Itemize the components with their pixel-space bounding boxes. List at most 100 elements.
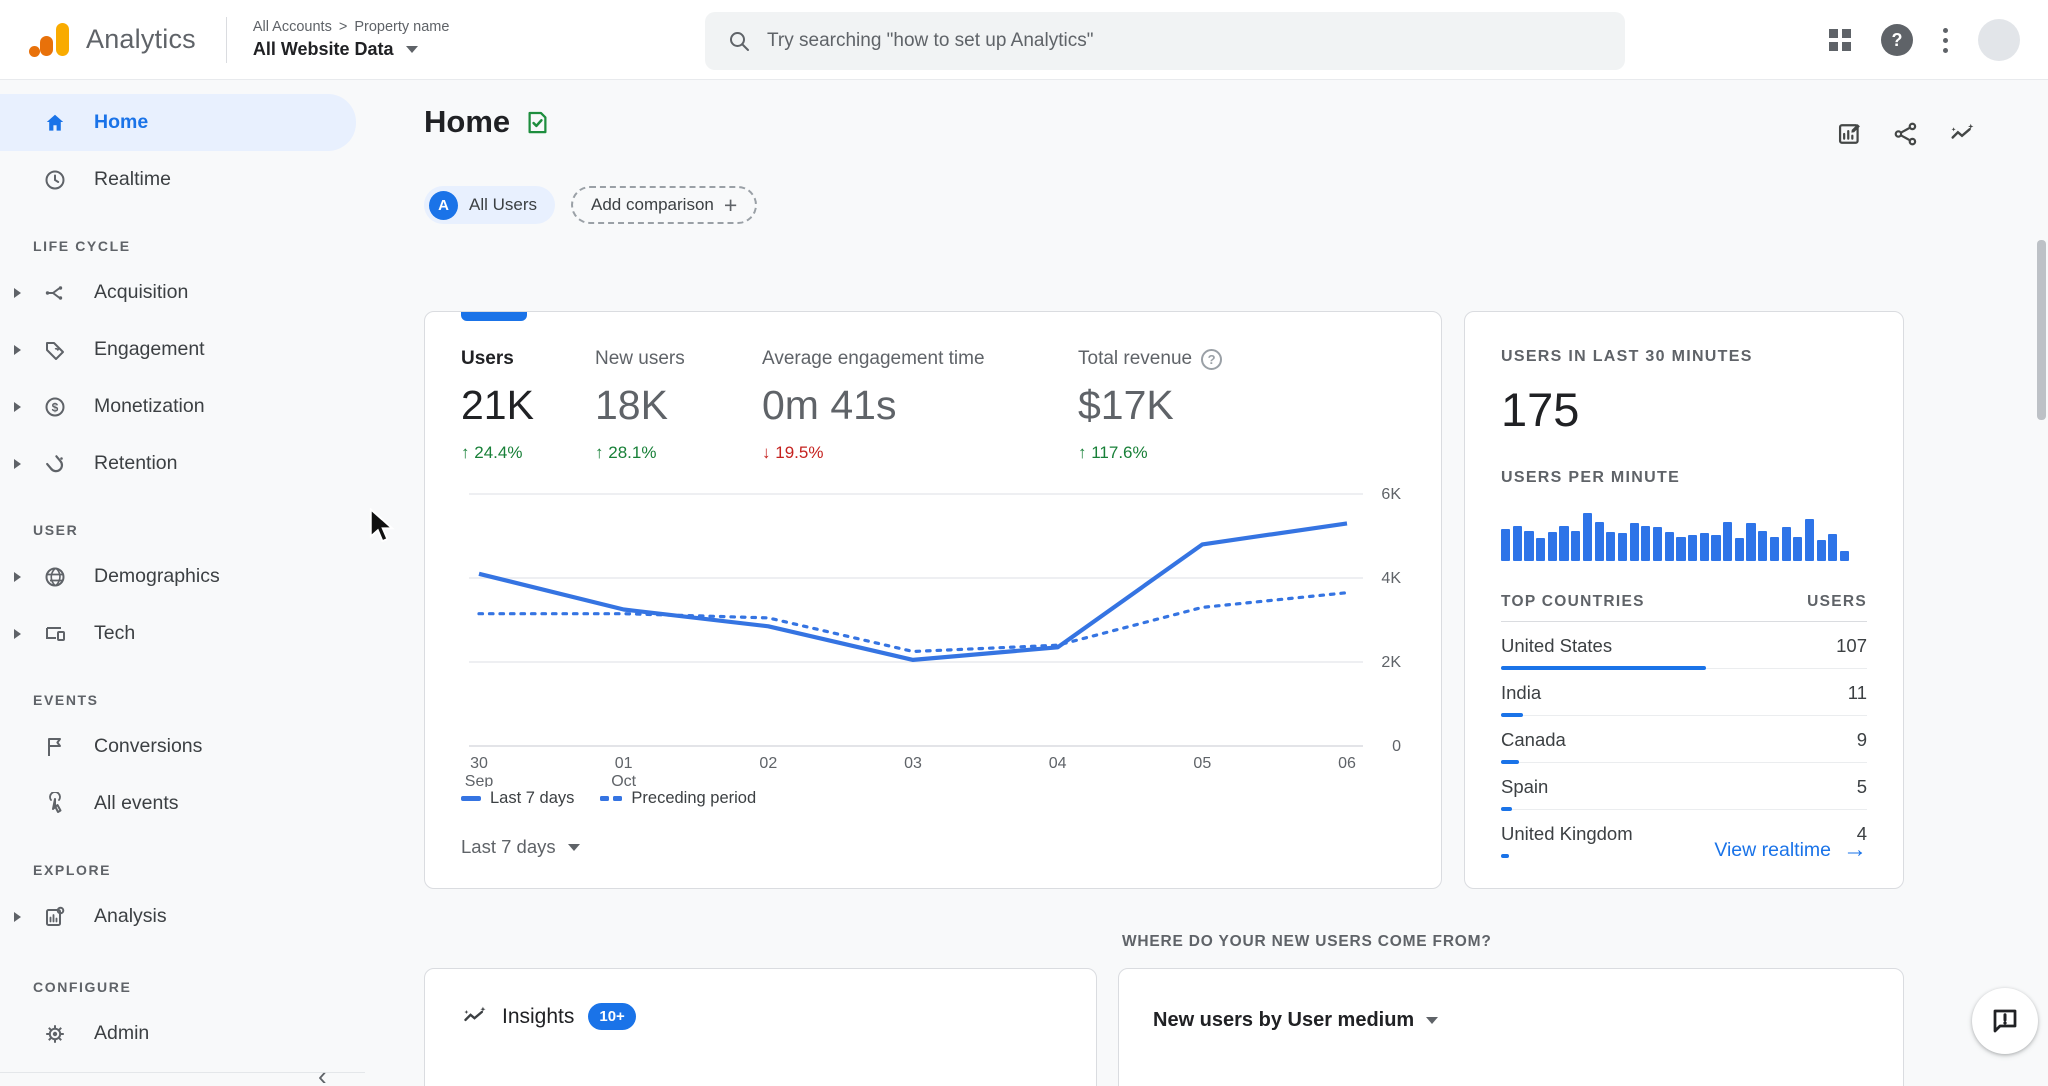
sidebar-section-configure: CONFIGURE: [33, 979, 132, 995]
dashed-line-swatch: [600, 796, 623, 801]
selected-metric-tab-indicator[interactable]: [461, 312, 527, 321]
feedback-icon: [1993, 1009, 2017, 1033]
chevron-right-icon[interactable]: [14, 628, 21, 639]
table-row-spain: Spain 5: [1501, 763, 1867, 811]
apps-grid-button[interactable]: [1829, 29, 1851, 51]
sidebar-item-engagement[interactable]: Engagement: [0, 321, 358, 378]
apps-grid-icon: [1829, 29, 1851, 51]
svg-text:0: 0: [1392, 738, 1401, 755]
svg-text:06: 06: [1338, 755, 1356, 772]
comparison-a-badge: A: [429, 190, 458, 220]
new-users-question-heading: WHERE DO YOUR NEW USERS COME FROM?: [1122, 933, 1492, 950]
sidebar-item-acquisition[interactable]: Acquisition: [0, 264, 358, 321]
sidebar-item-monetization[interactable]: $ Monetization: [0, 378, 358, 435]
sidebar-item-analysis[interactable]: Analysis: [0, 888, 358, 945]
chevron-right-icon[interactable]: [14, 571, 21, 582]
sidebar-item-all-events[interactable]: All events: [0, 775, 358, 832]
sidebar: Home Realtime LIFE CYCLE Acquisition Eng…: [0, 80, 365, 1086]
page-title: Home: [424, 104, 511, 139]
brand-name: Analytics: [86, 24, 196, 54]
sidebar-section-events: EVENTS: [33, 692, 99, 708]
breadcrumb-separator: >: [338, 19, 348, 35]
topbar: Analytics All Accounts > Property name A…: [0, 0, 2048, 80]
view-realtime-link[interactable]: View realtime →: [1714, 838, 1867, 862]
collapse-sidebar-icon[interactable]: ‹: [318, 1061, 327, 1086]
arrow-right-icon: →: [1843, 836, 1867, 863]
metric-new-users[interactable]: New users 18K ↑ 28.1%: [595, 348, 762, 463]
analysis-icon: [40, 905, 70, 929]
help-tooltip-icon[interactable]: ?: [1201, 348, 1223, 370]
solid-line-swatch: [461, 796, 481, 801]
users-trend-chart: 0 2K 4K 6K 30 Sep 01 Oct 02 03 04 05 06: [461, 477, 1405, 787]
page-scrollbar[interactable]: [2037, 240, 2046, 420]
sidebar-section-user: USER: [33, 522, 79, 538]
svg-text:6K: 6K: [1381, 486, 1401, 503]
users-per-minute-chart: [1501, 503, 1850, 561]
legend-preceding-period: Preceding period: [600, 789, 756, 808]
help-button[interactable]: ?: [1881, 24, 1913, 56]
sidebar-item-demographics[interactable]: Demographics: [0, 548, 358, 605]
chevron-down-icon: [405, 46, 418, 53]
tap-icon: [40, 791, 70, 816]
svg-text:2K: 2K: [1381, 654, 1401, 671]
sidebar-item-home[interactable]: Home: [0, 94, 356, 151]
new-users-card: New users by User medium: [1118, 968, 1904, 1086]
table-row-india: India 11: [1501, 669, 1867, 717]
users-per-minute-label: USERS PER MINUTE: [1501, 469, 1681, 486]
feedback-button[interactable]: [1972, 988, 2038, 1054]
monetization-icon: $: [40, 395, 70, 419]
sidebar-section-life-cycle: LIFE CYCLE: [33, 238, 131, 254]
insights-button[interactable]: [1948, 120, 1976, 148]
chevron-right-icon[interactable]: [14, 287, 21, 298]
sidebar-item-realtime[interactable]: Realtime: [0, 151, 358, 208]
customize-report-button[interactable]: [1836, 120, 1864, 148]
home-icon: [40, 111, 70, 135]
sidebar-item-conversions[interactable]: Conversions: [0, 718, 358, 775]
more-options-button[interactable]: [1943, 27, 1948, 53]
add-comparison-button[interactable]: Add comparison +: [571, 186, 758, 224]
property-selector[interactable]: All Website Data: [253, 39, 450, 60]
chevron-right-icon[interactable]: [14, 401, 21, 412]
users-last-30-min-value: 175: [1501, 383, 1580, 436]
svg-text:01: 01: [615, 755, 633, 772]
main-content: Home A All Users Add comparison + Users …: [424, 80, 2048, 1086]
date-range-selector[interactable]: Last 7 days: [461, 836, 1405, 858]
avatar[interactable]: [1978, 19, 2020, 61]
svg-text:4K: 4K: [1381, 570, 1401, 587]
sidebar-item-retention[interactable]: Retention: [0, 435, 358, 492]
svg-text:Oct: Oct: [611, 773, 636, 787]
all-users-chip[interactable]: A All Users: [424, 186, 556, 224]
svg-text:Sep: Sep: [465, 773, 494, 787]
dimension-selector[interactable]: New users by User medium: [1153, 1009, 1869, 1032]
plus-icon: +: [723, 191, 738, 218]
verified-document-icon: [528, 111, 547, 133]
mouse-cursor: [369, 508, 395, 543]
chevron-right-icon[interactable]: [14, 458, 21, 469]
sidebar-item-admin[interactable]: Admin: [0, 1005, 358, 1062]
metrics-row: Users 21K ↑ 24.4% New users 18K ↑ 28.1% …: [461, 348, 1405, 463]
metric-users[interactable]: Users 21K ↑ 24.4%: [461, 348, 595, 463]
share-button[interactable]: [1892, 120, 1920, 148]
sidebar-section-explore: EXPLORE: [33, 862, 112, 878]
chevron-down-icon: [567, 843, 580, 851]
breadcrumb[interactable]: All Accounts > Property name: [253, 19, 450, 35]
retention-icon: [40, 452, 70, 476]
sidebar-item-tech[interactable]: Tech: [0, 605, 358, 662]
insights-count-badge: 10+: [588, 1003, 636, 1030]
search-input[interactable]: [767, 30, 1603, 52]
svg-text:$: $: [52, 400, 59, 414]
chevron-right-icon[interactable]: [14, 344, 21, 355]
chevron-right-icon[interactable]: [14, 911, 21, 922]
engagement-icon: [40, 338, 70, 362]
breadcrumb-property-name[interactable]: Property name: [354, 19, 449, 35]
svg-text:03: 03: [904, 755, 922, 772]
metric-avg-engagement-time[interactable]: Average engagement time 0m 41s ↓ 19.5%: [762, 348, 1078, 463]
search-bar[interactable]: [705, 12, 1625, 70]
breadcrumb-all-accounts[interactable]: All Accounts: [253, 19, 332, 35]
google-analytics-logo-icon: [28, 17, 74, 63]
analytics-logo[interactable]: Analytics: [28, 17, 196, 63]
insights-card: Insights 10+: [424, 968, 1097, 1086]
metric-total-revenue[interactable]: Total revenue ? $17K ↑ 117.6%: [1078, 348, 1405, 463]
sidebar-divider: [0, 1072, 365, 1073]
clock-icon: [40, 168, 70, 192]
